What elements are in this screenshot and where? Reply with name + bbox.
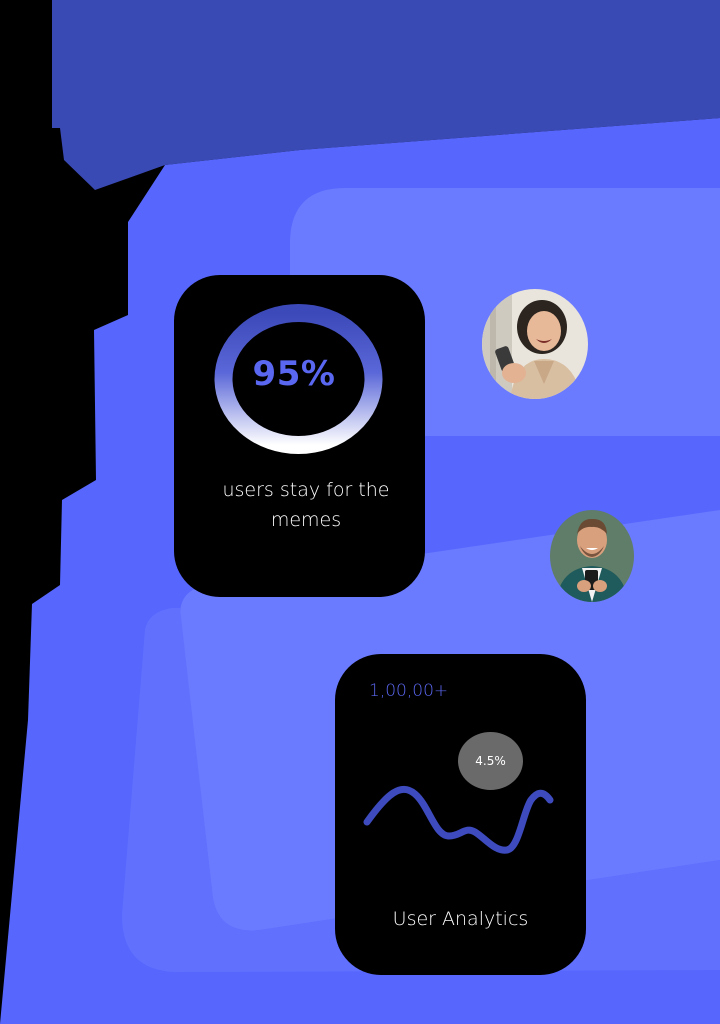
retention-caption: users stay for the memes — [222, 479, 390, 531]
analytics-title: User Analytics — [392, 908, 529, 930]
retention-percent: 95% — [252, 354, 336, 394]
analytics-card: 1,00,00+ 4.5% User Analytics — [335, 654, 586, 975]
retention-card: 95% users stay for the memes — [174, 275, 425, 597]
man-smiling-avatar — [550, 510, 634, 602]
woman-laughing-avatar — [482, 289, 588, 399]
